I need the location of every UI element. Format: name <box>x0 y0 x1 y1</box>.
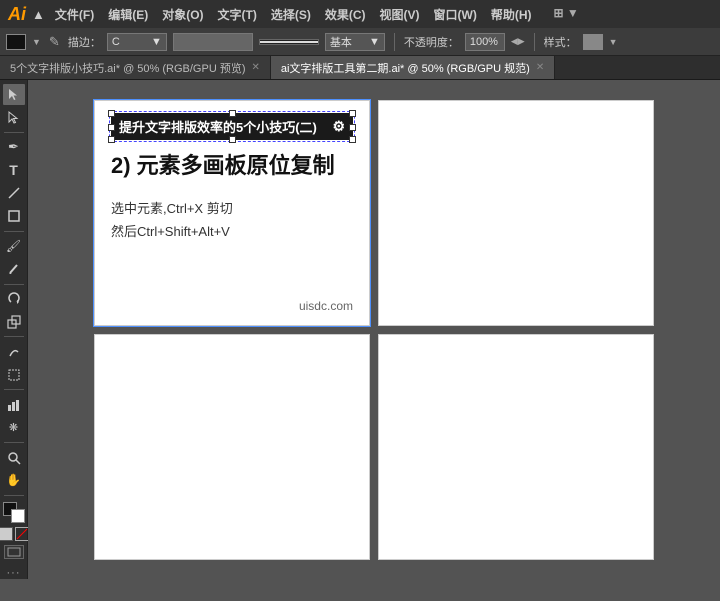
tool-separator-6 <box>4 442 24 443</box>
tool-options-icon[interactable]: ✎ <box>49 34 60 50</box>
background-swatch[interactable] <box>11 509 25 523</box>
tab-file2[interactable]: ai文字排版工具第二期.ai* @ 50% (RGB/GPU 规范) ✕ <box>271 56 555 79</box>
menu-expand-icon[interactable]: ⊞ ▼ <box>554 6 579 23</box>
tab-file1[interactable]: 5个文字排版小技巧.ai* @ 50% (RGB/GPU 预览) ✕ <box>0 56 271 79</box>
stroke-mode-btn[interactable] <box>15 527 29 541</box>
app-logo: Ai <box>8 4 26 25</box>
paintbrush-tool[interactable]: 🖌 <box>3 236 25 257</box>
tool-separator-3 <box>4 284 24 285</box>
body-line-2: 然后Ctrl+Shift+Alt+V <box>111 220 353 243</box>
zoom-tool[interactable] <box>3 447 25 468</box>
toolbar: ✒ T 🖌 <box>0 80 28 579</box>
pen-tool[interactable]: ✒ <box>3 137 25 158</box>
artboard-main-title: 2) 元素多画板原位复制 <box>111 152 353 181</box>
opacity-value[interactable]: 100% <box>465 33 505 51</box>
menu-help[interactable]: 帮助(H) <box>491 6 532 23</box>
color-value-box <box>173 33 253 51</box>
tab-label-2: ai文字排版工具第二期.ai* @ 50% (RGB/GPU 规范) <box>281 60 530 76</box>
tool-separator-2 <box>4 231 24 232</box>
rotate-tool[interactable] <box>3 288 25 309</box>
tool-separator-7 <box>4 495 24 496</box>
menu-view[interactable]: 视图(V) <box>380 6 420 23</box>
tool-separator-5 <box>4 389 24 390</box>
hand-tool[interactable]: ✋ <box>3 470 25 491</box>
menu-select[interactable]: 选择(S) <box>271 6 311 23</box>
tab-label-1: 5个文字排版小技巧.ai* @ 50% (RGB/GPU 预览) <box>10 60 245 76</box>
title-bar-icon: ▲ <box>32 7 45 22</box>
warp-tool[interactable] <box>3 341 25 362</box>
title-selection-wrapper: 提升文字排版效率的5个小技巧(二) ⚙ <box>111 113 353 140</box>
more-tools[interactable]: ··· <box>7 567 21 579</box>
stroke-dropdown[interactable]: C▼ <box>107 33 167 51</box>
stroke-label: 描边： <box>68 34 101 50</box>
artboard-title-bar: 提升文字排版效率的5个小技巧(二) ⚙ <box>111 113 353 140</box>
pencil-tool[interactable] <box>3 259 25 280</box>
color-swatches <box>3 502 25 523</box>
handle-bm <box>229 136 236 143</box>
artboard-2[interactable] <box>378 100 654 326</box>
main-layout: ✒ T 🖌 <box>0 80 720 579</box>
view-mode-buttons <box>4 545 24 559</box>
canvas-area[interactable]: 提升文字排版效率的5个小技巧(二) ⚙ <box>28 80 720 579</box>
opacity-label: 不透明度： <box>404 34 459 50</box>
style-arrow[interactable]: ▼ <box>609 37 618 47</box>
handle-br <box>349 136 356 143</box>
artboard-4[interactable] <box>378 334 654 560</box>
handle-tr <box>349 110 356 117</box>
scale-tool[interactable] <box>3 311 25 332</box>
menu-window[interactable]: 窗口(W) <box>434 6 477 23</box>
artboard-1[interactable]: 提升文字排版效率的5个小技巧(二) ⚙ <box>94 100 370 326</box>
style-label: 样式： <box>544 34 577 50</box>
menu-file[interactable]: 文件(F) <box>55 6 94 23</box>
stroke-style-dropdown[interactable]: 基本▼ <box>325 33 385 51</box>
menu-bar-nav: 文件(F) 编辑(E) 对象(O) 文字(T) 选择(S) 效果(C) 视图(V… <box>55 6 579 23</box>
menu-effect[interactable]: 效果(C) <box>325 6 366 23</box>
title-bar: Ai ▲ 文件(F) 编辑(E) 对象(O) 文字(T) 选择(S) 效果(C)… <box>0 0 720 28</box>
options-bar: ▼ ✎ 描边： C▼ 基本▼ 不透明度： 100% ◀▶ 样式： ▼ <box>0 28 720 56</box>
artboards-grid: 提升文字排版效率的5个小技巧(二) ⚙ <box>94 100 654 560</box>
artboard-1-content: 提升文字排版效率的5个小技巧(二) ⚙ <box>95 101 369 325</box>
opacity-arrows[interactable]: ◀▶ <box>511 36 525 47</box>
handle-mr <box>349 124 356 131</box>
tab-close-2[interactable]: ✕ <box>536 62 544 73</box>
handle-tm <box>229 110 236 117</box>
tool-separator-1 <box>4 132 24 133</box>
handle-tl <box>108 110 115 117</box>
tool-separator-4 <box>4 336 24 337</box>
artboard-body-text: 选中元素,Ctrl+X 剪切 然后Ctrl+Shift+Alt+V <box>111 197 353 244</box>
symbol-sprayer-tool[interactable]: ❋ <box>3 417 25 438</box>
menu-text[interactable]: 文字(T) <box>218 6 257 23</box>
rect-tool[interactable] <box>3 206 25 227</box>
screen-mode-btn[interactable] <box>4 545 24 559</box>
graph-tool[interactable] <box>3 394 25 415</box>
tab-bar: 5个文字排版小技巧.ai* @ 50% (RGB/GPU 预览) ✕ ai文字排… <box>0 56 720 80</box>
selection-tool[interactable] <box>3 84 25 105</box>
style-swatch[interactable] <box>583 34 603 50</box>
handle-bl <box>108 136 115 143</box>
fill-arrow[interactable]: ▼ <box>32 37 41 47</box>
direct-selection-tool[interactable] <box>3 107 25 128</box>
body-line-1: 选中元素,Ctrl+X 剪切 <box>111 197 353 220</box>
separator-2 <box>534 33 535 51</box>
fill-swatch[interactable] <box>6 34 26 50</box>
title-bar-text: 提升文字排版效率的5个小技巧(二) <box>119 117 317 136</box>
artboard-3[interactable] <box>94 334 370 560</box>
menu-edit[interactable]: 编辑(E) <box>108 6 148 23</box>
fill-mode-btn[interactable] <box>0 527 13 541</box>
tab-close-1[interactable]: ✕ <box>251 62 259 73</box>
title-bar-icon-right: ⚙ <box>332 118 345 135</box>
line-tool[interactable] <box>3 183 25 204</box>
artboard-footer: uisdc.com <box>299 299 353 313</box>
mode-buttons <box>0 527 29 541</box>
stroke-preview <box>259 39 319 45</box>
handle-ml <box>108 124 115 131</box>
type-tool[interactable]: T <box>3 160 25 181</box>
separator-1 <box>394 33 395 51</box>
free-transform-tool[interactable] <box>3 364 25 385</box>
menu-object[interactable]: 对象(O) <box>162 6 203 23</box>
